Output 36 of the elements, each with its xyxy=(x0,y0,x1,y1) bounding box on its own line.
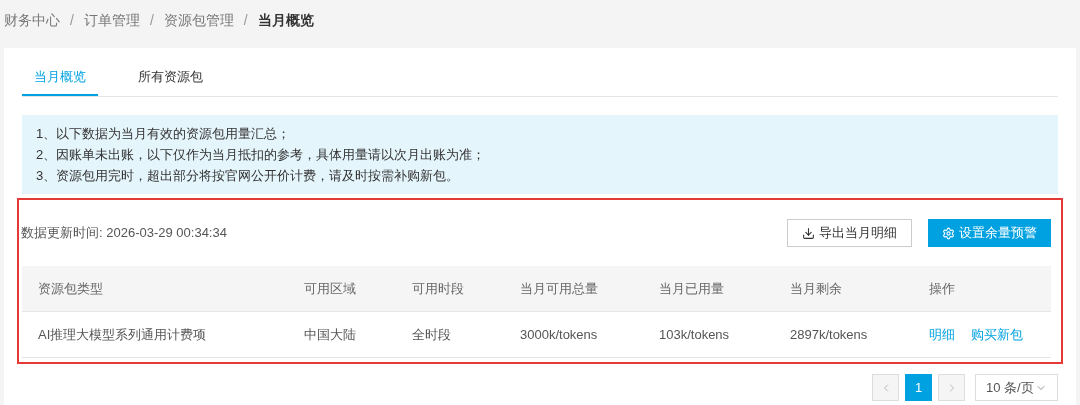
table-cell: AI推理大模型系列通用计费项 xyxy=(38,326,207,342)
update-time: 数据更新时间: 2026-03-29 00:34:34 xyxy=(21,224,227,243)
column-header: 资源包类型 xyxy=(38,280,103,296)
tab[interactable]: 所有资源包 xyxy=(126,60,215,96)
column-header: 操作 xyxy=(929,280,955,296)
download-icon xyxy=(802,226,815,240)
export-button[interactable]: 导出当月明细 xyxy=(787,219,912,247)
table-cell: 103k/tokens xyxy=(659,326,730,342)
breadcrumb-separator: / xyxy=(243,10,248,30)
column-header: 当月剩余 xyxy=(790,280,842,296)
action-link[interactable]: 明细 xyxy=(929,324,955,345)
page-size-select[interactable]: 10 条/页 xyxy=(975,374,1058,401)
tab[interactable]: 当月概览 xyxy=(22,60,98,96)
notice-text: 1、以下数据为当月有效的资源包用量汇总； xyxy=(36,125,292,143)
column-header: 可用区域 xyxy=(304,280,356,296)
breadcrumb-separator: / xyxy=(149,10,154,30)
table-cell: 中国大陆 xyxy=(304,326,356,342)
notice-text: 2、因账单未出账，以下仅作为当月抵扣的参考，具体用量请以次月出账为准； xyxy=(36,146,487,164)
breadcrumb-item: 当月概览 xyxy=(257,10,314,30)
breadcrumb-item[interactable]: 资源包管理 xyxy=(163,9,234,31)
column-header: 当月已用量 xyxy=(659,280,724,296)
page-button[interactable]: 1 xyxy=(905,374,932,401)
breadcrumb-separator: / xyxy=(70,10,74,30)
settings-icon xyxy=(942,226,955,240)
breadcrumb-item[interactable]: 订单管理 xyxy=(83,9,140,31)
column-header: 可用时段 xyxy=(412,280,464,296)
alert-settings-button[interactable]: 设置余量预警 xyxy=(928,219,1051,247)
table-cell: 3000k/tokens xyxy=(520,326,598,342)
action-link[interactable]: 购买新包 xyxy=(971,324,1023,345)
column-header: 当月可用总量 xyxy=(520,280,598,296)
breadcrumb-item[interactable]: 财务中心 xyxy=(4,9,60,31)
previous-page-button[interactable] xyxy=(872,374,899,401)
next-page-button[interactable] xyxy=(938,374,965,401)
table-cell: 2897k/tokens xyxy=(790,326,868,342)
table-cell: 全时段 xyxy=(412,326,451,342)
notice-text: 3、资源包用完时，超出部分将按官网公开价计费，请及时按需补购新包。 xyxy=(36,167,461,185)
